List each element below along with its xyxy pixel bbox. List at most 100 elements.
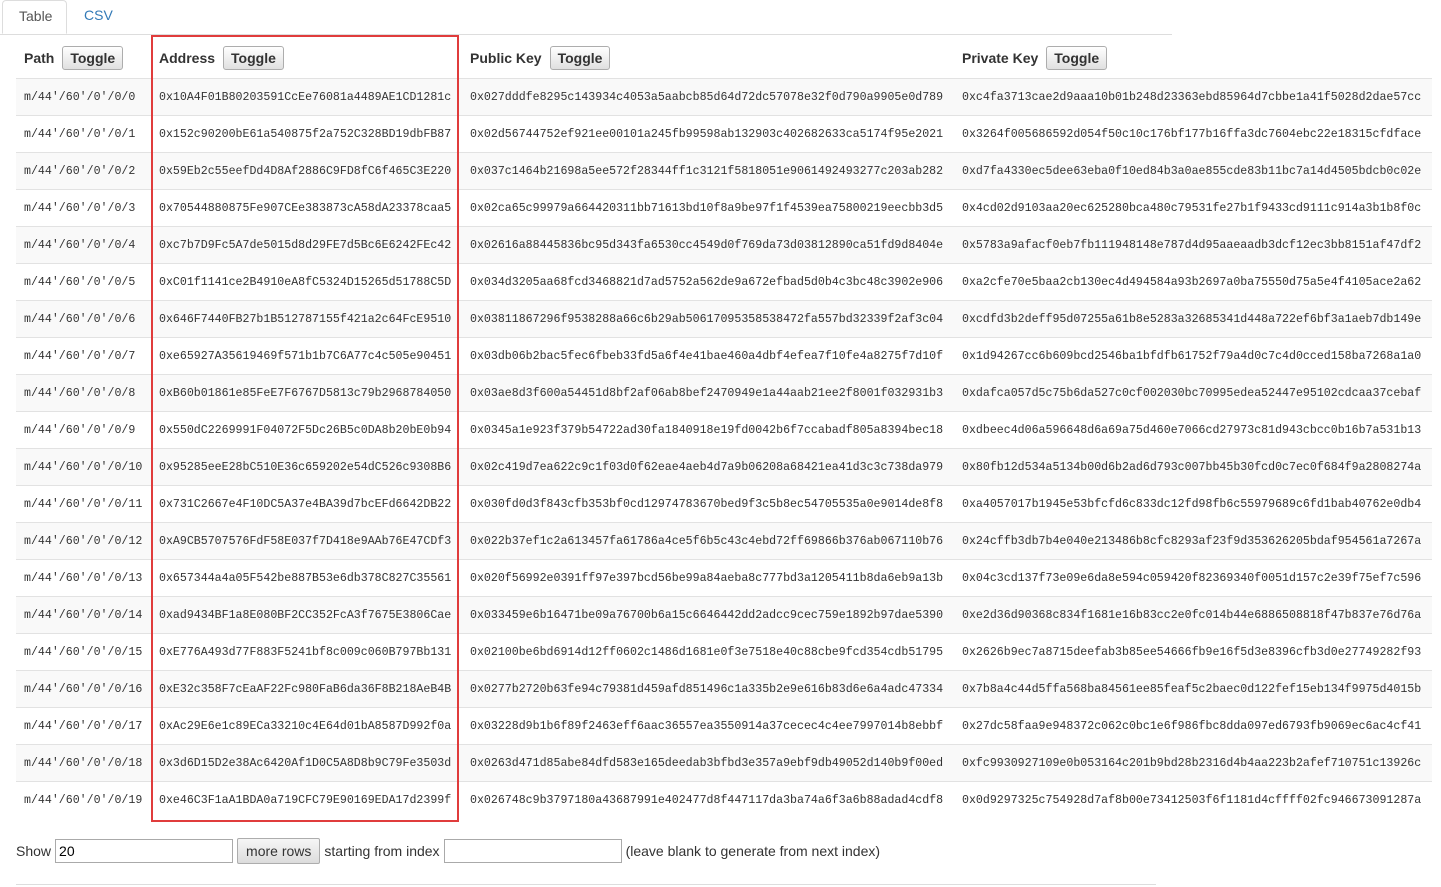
header-private-key: Private Key Toggle <box>962 38 1108 78</box>
path-cell: m/44'/60'/0'/0/19 <box>24 794 143 807</box>
path-cell: m/44'/60'/0'/0/13 <box>24 572 143 585</box>
table-row: m/44'/60'/0'/0/15 0xE776A493d77F883F5241b… <box>16 633 1432 671</box>
header-path: Path Toggle <box>24 38 124 78</box>
address-cell: 0x646F7440FB27b1B512787155f421a2c64FcE95… <box>159 313 452 326</box>
path-cell: m/44'/60'/0'/0/3 <box>24 202 136 215</box>
address-cell: 0x3d6D15D2e38Ac6420Af1D0C5A8D8b9C79Fe350… <box>159 757 452 770</box>
table-row: m/44'/60'/0'/0/7 0xe65927A35619469f571b1b… <box>16 337 1432 375</box>
address-cell: 0x152c90200bE61a540875f2a752C328BD19dbFB… <box>159 128 452 141</box>
table-row: m/44'/60'/0'/0/16 0xE32c358F7cEaAF22Fc980… <box>16 670 1432 708</box>
public-key-cell: 0x03228d9b1b6f89f2463eff6aac36557ea35509… <box>470 720 944 733</box>
toggle-private-key-button[interactable]: Toggle <box>1046 46 1108 70</box>
path-cell: m/44'/60'/0'/0/9 <box>24 424 136 437</box>
starting-index-input[interactable] <box>443 839 622 863</box>
public-key-cell: 0x02100be6bd6914d12ff0602c1486d1681e0f3e… <box>470 646 944 659</box>
private-key-cell: 0xdbeec4d06a596648d6a69a75d460e7066cd279… <box>962 424 1422 437</box>
private-key-cell: 0x5783a9afacf0eb7fb111948148e787d4d95aae… <box>962 239 1422 252</box>
address-cell: 0x10A4F01B80203591CcEe76081a4489AE1CD128… <box>159 91 452 104</box>
table-row: m/44'/60'/0'/0/14 0xad9434BF1a8E080BF2CC3… <box>16 596 1432 634</box>
path-cell: m/44'/60'/0'/0/17 <box>24 720 143 733</box>
header-public-key-label: Public Key <box>470 50 542 66</box>
toggle-path-button[interactable]: Toggle <box>62 46 124 70</box>
address-cell: 0xE776A493d77F883F5241bf8c009c060B797Bb1… <box>159 646 452 659</box>
tab-table[interactable]: Table <box>2 0 67 34</box>
table-row: m/44'/60'/0'/0/17 0xAc29E6e1c89ECa33210c4… <box>16 707 1432 745</box>
address-cell: 0xB60b01861e85FeE7F6767D5813c79b29687840… <box>159 387 452 400</box>
row-count-input[interactable] <box>55 839 234 863</box>
private-key-cell: 0x2626b9ec7a8715deefab3b85ee54666fb9e16f… <box>962 646 1422 659</box>
private-key-cell: 0xc4fa3713cae2d9aaa10b01b248d23363ebd859… <box>962 91 1422 104</box>
path-cell: m/44'/60'/0'/0/11 <box>24 498 143 511</box>
public-key-cell: 0x033459e6b16471be09a76700b6a15c6646442d… <box>470 609 944 622</box>
bottom-divider <box>16 884 1156 885</box>
private-key-cell: 0x24cffb3db7b4e040e213486b8cfc8293af23f9… <box>962 535 1422 548</box>
public-key-cell: 0x03db06b2bac5fec6fbeb33fd5a6f4e41bae460… <box>470 350 944 363</box>
path-cell: m/44'/60'/0'/0/10 <box>24 461 143 474</box>
table-row: m/44'/60'/0'/0/1 0x152c90200bE61a540875f2… <box>16 115 1432 153</box>
address-cell: 0xA9CB5707576FdF58E037f7D418e9AAb76E47CD… <box>159 535 452 548</box>
path-cell: m/44'/60'/0'/0/2 <box>24 165 136 178</box>
public-key-cell: 0x0277b2720b63fe94c79381d459afd851496c1a… <box>470 683 944 696</box>
toggle-address-button[interactable]: Toggle <box>223 46 284 70</box>
private-key-cell: 0x27dc58faa9e948372c062c0bc1e6f986fbc8dd… <box>962 720 1422 733</box>
public-key-cell: 0x034d3205aa68fcd3468821d7ad5752a562de9a… <box>470 276 944 289</box>
private-key-cell: 0x3264f005686592d054f50c10c176bf177b16ff… <box>962 128 1422 141</box>
public-key-cell: 0x02616a88445836bc95d343fa6530cc4549d0f7… <box>470 239 944 252</box>
tab-csv[interactable]: CSV <box>68 0 129 34</box>
address-cell: 0x59Eb2c55eefDd4D8Af2886C9FD8fC6f465C3E2… <box>159 165 452 178</box>
address-cell: 0xAc29E6e1c89ECa33210c4E64d01bA8587D992f… <box>159 720 452 733</box>
address-cell: 0xad9434BF1a8E080BF2CC352FcA3f7675E3806C… <box>159 609 452 622</box>
table-row: m/44'/60'/0'/0/2 0x59Eb2c55eefDd4D8Af2886… <box>16 152 1432 190</box>
private-key-cell: 0xfc9930927109e0b053164c201b9bd28b2316d4… <box>962 757 1422 770</box>
private-key-cell: 0xa2cfe70e5baa2cb130ec4d494584a93b2697a0… <box>962 276 1422 289</box>
table-row: m/44'/60'/0'/0/0 0x10A4F01B80203591CcEe76… <box>16 78 1432 116</box>
public-key-cell: 0x027dddfe8295c143934c4053a5aabcb85d64d7… <box>470 91 944 104</box>
table-row: m/44'/60'/0'/0/11 0x731C2667e4F10DC5A37e4… <box>16 485 1432 523</box>
table-row: m/44'/60'/0'/0/6 0x646F7440FB27b1B5127871… <box>16 300 1432 338</box>
more-rows-button[interactable]: more rows <box>237 838 321 864</box>
public-key-cell: 0x030fd0d3f843cfb353bf0cd12974783670bed9… <box>470 498 944 511</box>
path-cell: m/44'/60'/0'/0/7 <box>24 350 136 363</box>
public-key-cell: 0x03811867296f9538288a66c6b29ab506170953… <box>470 313 944 326</box>
address-cell: 0x731C2667e4F10DC5A37e4BA39d7bcEFd6642DB… <box>159 498 452 511</box>
public-key-cell: 0x02d56744752ef921ee00101a245fb99598ab13… <box>470 128 944 141</box>
header-address: Address Toggle <box>159 38 284 78</box>
private-key-cell: 0x4cd02d9103aa20ec625280bca480c79531fe27… <box>962 202 1422 215</box>
private-key-cell: 0x1d94267cc6b609bcd2546ba1bfdfb61752f79a… <box>962 350 1422 363</box>
path-cell: m/44'/60'/0'/0/5 <box>24 276 136 289</box>
address-cell: 0xC01f1141ce2B4910eA8fC5324D15265d51788C… <box>159 276 452 289</box>
table-row: m/44'/60'/0'/0/13 0x657344a4a05F542be887B… <box>16 559 1432 597</box>
address-cell: 0x95285eeE28bC510E36c659202e54dC526c9308… <box>159 461 452 474</box>
private-key-cell: 0xa4057017b1945e53bfcfd6c833dc12fd98fb6c… <box>962 498 1422 511</box>
private-key-cell: 0x0d9297325c754928d7af8b00e73412503f6f11… <box>962 794 1422 807</box>
table-row: m/44'/60'/0'/0/5 0xC01f1141ce2B4910eA8fC5… <box>16 263 1432 301</box>
private-key-cell: 0xe2d36d90368c834f1681e16b83cc2e0fc014b4… <box>962 609 1422 622</box>
path-cell: m/44'/60'/0'/0/16 <box>24 683 143 696</box>
address-cell: 0xe65927A35619469f571b1b7C6A77c4c505e904… <box>159 350 452 363</box>
public-key-cell: 0x0345a1e923f379b54722ad30fa1840918e19fd… <box>470 424 944 437</box>
starting-index-label: starting from index <box>324 843 440 859</box>
path-cell: m/44'/60'/0'/0/0 <box>24 91 136 104</box>
table-row: m/44'/60'/0'/0/4 0xc7b7D9Fc5A7de5015d8d29… <box>16 226 1432 264</box>
footer-controls: Show more rows starting from index (leav… <box>16 838 880 864</box>
private-key-cell: 0xd7fa4330ec5dee63eba0f10ed84b3a0ae855cd… <box>962 165 1422 178</box>
public-key-cell: 0x020f56992e0391ff97e397bcd56be99a84aeba… <box>470 572 944 585</box>
public-key-cell: 0x0263d471d85abe84dfd583e165deedab3bfbd3… <box>470 757 944 770</box>
path-cell: m/44'/60'/0'/0/15 <box>24 646 143 659</box>
private-key-cell: 0x7b8a4c44d5ffa568ba84561ee85feaf5c2baec… <box>962 683 1422 696</box>
toggle-public-key-button[interactable]: Toggle <box>549 46 611 70</box>
public-key-cell: 0x022b37ef1c2a613457fa61786a4ce5f6b5c43c… <box>470 535 944 548</box>
private-key-cell: 0x04c3cd137f73e09e6da8e594c059420f823693… <box>962 572 1422 585</box>
address-cell: 0xc7b7D9Fc5A7de5015d8d29FE7d5Bc6E6242FEc… <box>159 239 452 252</box>
public-key-cell: 0x02c419d7ea622c9c1f03d0f62eae4aeb4d7a9b… <box>470 461 944 474</box>
address-cell: 0x550dC2269991F04072F5Dc26B5c0DA8b20bE0b… <box>159 424 452 437</box>
private-key-cell: 0x80fb12d534a5134b00d6b2ad6d793c007bb45b… <box>962 461 1422 474</box>
table-row: m/44'/60'/0'/0/19 0xe46C3F1aA1BDA0a719CFC… <box>16 781 1432 819</box>
table-row: m/44'/60'/0'/0/10 0x95285eeE28bC510E36c65… <box>16 448 1432 486</box>
public-key-cell: 0x02ca65c99979a664420311bb71613bd10f8a9b… <box>470 202 944 215</box>
path-cell: m/44'/60'/0'/0/4 <box>24 239 136 252</box>
table-row: m/44'/60'/0'/0/8 0xB60b01861e85FeE7F6767D… <box>16 374 1432 412</box>
header-private-key-label: Private Key <box>962 50 1039 66</box>
show-label: Show <box>16 843 52 859</box>
path-cell: m/44'/60'/0'/0/18 <box>24 757 143 770</box>
